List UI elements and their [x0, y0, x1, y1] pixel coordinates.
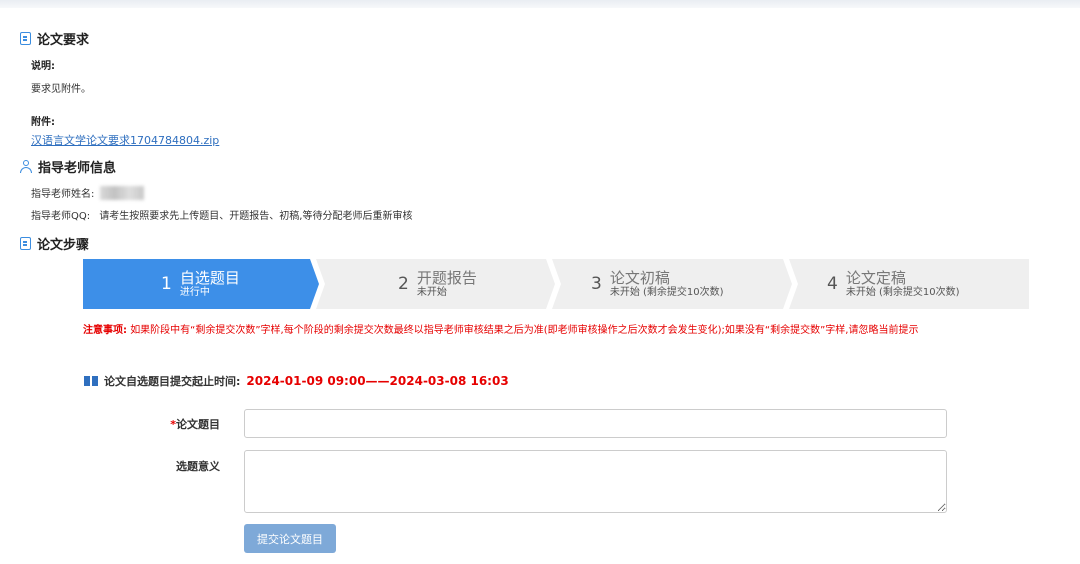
document-icon — [20, 32, 31, 45]
submission-time-row: 论文自选题目提交起止时间: 2024-01-09 09:00——2024-03-… — [84, 373, 509, 389]
progress-steps: 1 自选题目 进行中 2 开题报告 未开始 3 论文初稿 未开始 (剩余提交10… — [83, 259, 1029, 309]
step-4-name: 论文定稿 — [845, 268, 906, 287]
advisor-name-label: 指导老师姓名: — [31, 189, 95, 200]
step-4-number: 4 — [827, 274, 838, 294]
thesis-title-label: *论文题目 — [140, 416, 220, 432]
requirements-title: 论文要求 — [37, 33, 90, 48]
notice-label: 注意事项: — [83, 325, 127, 336]
advisor-name-redacted — [100, 185, 145, 200]
submission-time-label: 论文自选题目提交起止时间: — [104, 375, 241, 388]
book-icon — [84, 376, 98, 386]
step-3-name: 论文初稿 — [609, 268, 670, 287]
notice-text: 如果阶段中有“剩余提交次数”字样,每个阶段的剩余提交次数最终以指导老师审核结果之… — [130, 325, 919, 336]
topic-significance-label: 选题意义 — [176, 460, 220, 473]
attachment-label: 附件: — [31, 117, 55, 128]
thesis-title-label-text: 论文题目 — [176, 418, 220, 431]
step-2-name: 开题报告 — [416, 268, 477, 287]
thesis-title-input[interactable] — [244, 409, 947, 438]
advisor-qq-label: 指导老师QQ: — [31, 211, 91, 222]
step-3-status: 未开始 (剩余提交10次数) — [609, 286, 724, 298]
step-1[interactable]: 1 自选题目 进行中 — [161, 259, 240, 309]
advisor-qq-text: 请考生按照要求先上传题目、开题报告、初稿,等待分配老师后重新审核 — [99, 211, 413, 222]
topic-significance-textarea[interactable] — [244, 450, 947, 513]
step-3[interactable]: 3 论文初稿 未开始 (剩余提交10次数) — [591, 259, 724, 309]
submission-time-value: 2024-01-09 09:00——2024-03-08 16:03 — [246, 374, 509, 388]
step-1-number: 1 — [161, 274, 172, 294]
step-3-number: 3 — [591, 274, 602, 294]
requirements-section-title: 论文要求 — [20, 29, 89, 48]
description-text: 要求见附件。 — [31, 84, 91, 95]
advisor-section-title: 指导老师信息 — [20, 157, 116, 176]
advisor-name-row: 指导老师姓名: — [31, 185, 145, 200]
notice-text-block: 注意事项: 如果阶段中有“剩余提交次数”字样,每个阶段的剩余提交次数最终以指导老… — [83, 323, 1013, 339]
step-2-number: 2 — [398, 274, 409, 294]
step-4-status: 未开始 (剩余提交10次数) — [845, 286, 960, 298]
step-1-name: 自选题目 — [179, 268, 240, 287]
document-icon — [20, 237, 31, 250]
advisor-title: 指导老师信息 — [38, 161, 117, 176]
step-2[interactable]: 2 开题报告 未开始 — [398, 259, 477, 309]
step-1-status: 进行中 — [179, 286, 210, 298]
advisor-qq-row: 指导老师QQ: 请考生按照要求先上传题目、开题报告、初稿,等待分配老师后重新审核 — [31, 207, 413, 222]
submit-thesis-title-button[interactable]: 提交论文题目 — [244, 524, 336, 553]
step-4[interactable]: 4 论文定稿 未开始 (剩余提交10次数) — [827, 259, 960, 309]
user-icon — [20, 160, 32, 173]
top-bar — [0, 0, 1080, 8]
step-2-status: 未开始 — [416, 286, 447, 298]
description-label: 说明: — [31, 61, 55, 72]
attachment-link[interactable]: 汉语言文学论文要求1704784804.zip — [31, 132, 219, 148]
steps-title: 论文步骤 — [37, 238, 90, 253]
steps-section-title: 论文步骤 — [20, 234, 89, 253]
